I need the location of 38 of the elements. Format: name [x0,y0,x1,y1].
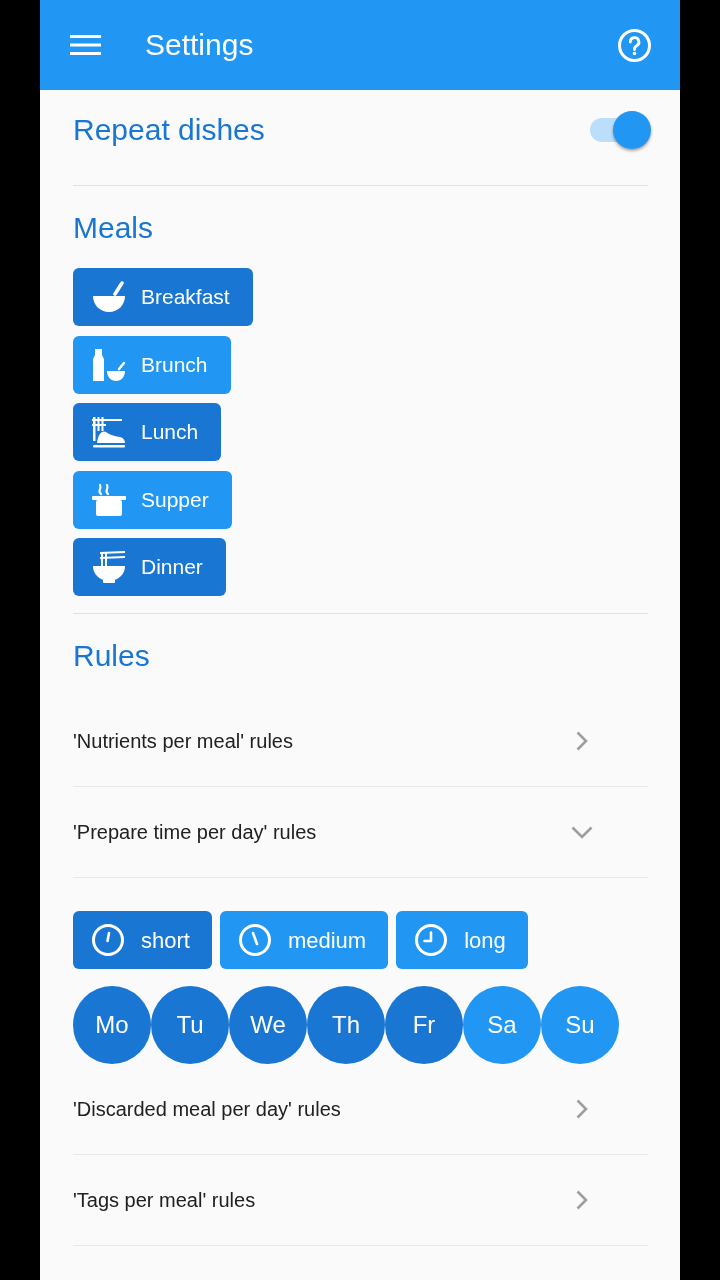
section-heading: Meals [73,210,155,246]
duration-chip[interactable]: long [396,911,528,969]
day-toggle[interactable]: Sa [463,986,541,1064]
day-toggle[interactable]: Tu [151,986,229,1064]
day-toggle[interactable]: Mo [73,986,151,1064]
section-heading: Repeat dishes [73,112,265,148]
rule-row[interactable]: 'Discarded meal per day' rules [73,1064,648,1155]
rule-row[interactable]: 'Tags per meal' rules [73,1155,648,1246]
section-heading: Rules [73,638,151,674]
bottle-and-bowl-icon [92,348,126,381]
meal-chip[interactable]: Brunch [73,335,231,394]
meal-chip[interactable]: Supper [73,470,232,529]
page-title: Settings [145,27,254,63]
day-toggle[interactable]: Fr [385,986,463,1064]
rule-row[interactable]: 'Prepare time per day' rules [73,787,648,878]
help-icon[interactable] [618,28,651,62]
rule-row[interactable]: 'Nutrients per meal' rules [73,696,648,787]
meal-chip[interactable]: Dinner [73,538,226,596]
clock-icon [238,924,271,956]
chevron-right-icon [576,1099,588,1119]
menu-icon[interactable] [70,35,101,55]
duration-chip[interactable]: short [73,911,212,969]
pot-icon [92,483,126,516]
duration-chip[interactable]: medium [219,911,389,969]
chevron-right-icon [576,731,588,751]
clock-icon [92,924,124,956]
chevron-down-icon [571,825,593,839]
meal-chip[interactable]: Lunch [73,403,222,461]
noodle-bowl-icon [92,551,126,583]
meal-chip[interactable]: Breakfast [73,268,253,326]
toggle-switch[interactable] [590,110,652,150]
chevron-right-icon [576,1190,588,1210]
day-toggle[interactable]: Su [541,986,619,1064]
day-toggle[interactable]: Th [307,986,385,1064]
bowl-icon [92,281,126,313]
day-toggle[interactable]: We [229,986,307,1064]
clock-icon [415,924,448,956]
spaghetti-icon [92,416,126,448]
